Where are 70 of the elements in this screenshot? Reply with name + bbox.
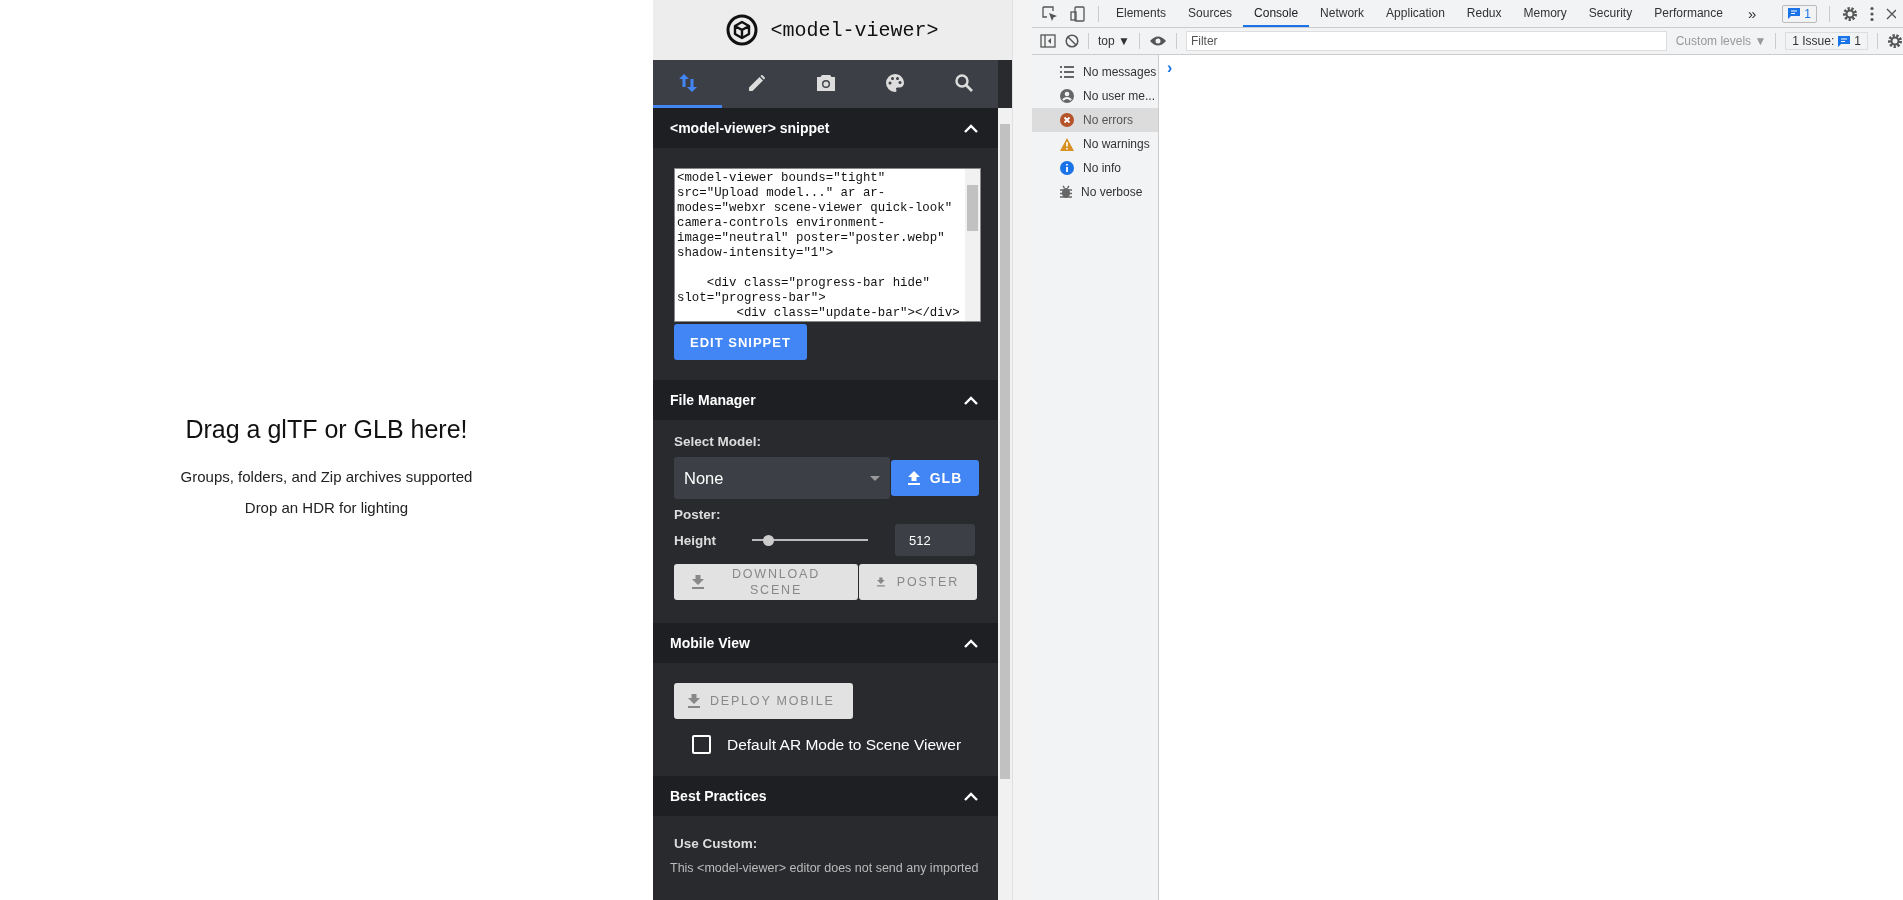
error-icon <box>1060 113 1074 127</box>
devtools-tab[interactable]: Memory <box>1512 0 1578 27</box>
devtools-tab[interactable]: Redux <box>1455 0 1513 27</box>
download-icon <box>877 575 885 589</box>
console-filter-item[interactable]: No errors <box>1032 108 1158 132</box>
settings-icon[interactable] <box>1841 5 1858 22</box>
height-value-field[interactable]: 512 <box>895 524 975 556</box>
privacy-note: This <model-viewer> editor does not send any imported <box>670 861 980 875</box>
section-header[interactable]: Mobile View <box>653 623 998 663</box>
drop-hint: Drop an HDR for lighting <box>244 498 409 516</box>
model-dropdown[interactable]: None <box>674 457 890 499</box>
edit-snippet-button[interactable]: EDIT SNIPPET <box>674 324 807 360</box>
device-toggle-icon[interactable] <box>1070 5 1086 22</box>
list-icon <box>1060 66 1074 78</box>
sidebar-toggle-icon[interactable] <box>1040 34 1056 48</box>
up-down-arrows-icon <box>677 71 698 94</box>
bug-icon <box>1060 185 1072 199</box>
drop-title: Drag a glTF or GLB here! <box>185 414 468 444</box>
devtools-tab[interactable]: Security <box>1577 0 1644 27</box>
use-custom-label: Use Custom: <box>674 836 759 851</box>
user-icon <box>1060 89 1074 103</box>
upload-icon <box>907 471 920 485</box>
console-filter-item[interactable]: No verbose <box>1032 180 1158 204</box>
devtools-tab[interactable]: Performance <box>1643 0 1734 27</box>
checkbox[interactable] <box>692 735 711 754</box>
select-model-label: Select Model: <box>674 434 763 449</box>
eye-icon[interactable] <box>1148 35 1167 47</box>
dropdown-caret-icon <box>870 475 880 481</box>
filter-field[interactable]: Filter <box>1185 31 1667 51</box>
more-tabs-button[interactable]: » <box>1747 5 1757 22</box>
close-icon[interactable] <box>1885 7 1896 20</box>
settings-icon[interactable] <box>1887 33 1903 49</box>
issues-badge[interactable]: 1 <box>1782 4 1817 23</box>
warning-icon <box>1060 137 1074 151</box>
section-header[interactable]: <model-viewer> snippet <box>653 108 998 148</box>
console-filter-item[interactable]: No user me... <box>1032 84 1158 108</box>
devtools-tab[interactable]: Network <box>1309 0 1376 27</box>
scrollbar[interactable] <box>998 108 1012 900</box>
snippet-code-field[interactable]: <model-viewer bounds="tight" src="Upload model..." ar ar- modes="webxr scene-viewer quick-look" camera-controls environment- image="neutral" poster="poster.webp" shadow-intensity="1"> <div class="progress-bar hide" slot="progress-bar"> <div class="update-bar"></div> <box>674 168 981 322</box>
devtools-tab[interactable]: Elements <box>1105 0 1178 27</box>
context-dropdown[interactable]: top ▼ <box>1098 34 1130 48</box>
camera-icon <box>814 72 837 93</box>
info-icon <box>1060 161 1074 175</box>
download-icon <box>688 694 700 708</box>
slider-thumb[interactable] <box>762 534 774 546</box>
cube-logo-icon <box>726 14 759 46</box>
search-icon <box>953 72 974 93</box>
poster-label: Poster: <box>674 507 722 522</box>
logo-text: <model-viewer> <box>770 18 939 42</box>
upload-glb-button[interactable]: GLB <box>891 460 979 496</box>
message-icon <box>1838 35 1851 47</box>
console-filter-item[interactable]: No messages <box>1032 60 1158 84</box>
console-filter-item[interactable]: No warnings <box>1032 132 1158 156</box>
download-icon <box>692 575 704 589</box>
issues-button[interactable]: 1 Issue: 1 <box>1785 32 1868 50</box>
section-header[interactable]: File Manager <box>653 380 998 420</box>
pencil-icon <box>746 72 767 93</box>
console-filter-item[interactable]: No info <box>1032 156 1158 180</box>
kebab-menu-icon[interactable] <box>1869 5 1874 22</box>
checkbox-label: Default AR Mode to Scene Viewer <box>727 735 962 754</box>
drop-hint: Groups, folders, and Zip archives supported <box>180 467 473 485</box>
console-prompt[interactable]: › <box>1167 59 1173 76</box>
clear-console-icon[interactable] <box>1065 34 1079 48</box>
height-label: Height <box>674 532 717 548</box>
message-icon <box>1788 8 1801 19</box>
devtools-tab[interactable]: Application <box>1375 0 1456 27</box>
devtools-tab[interactable]: Sources <box>1177 0 1244 27</box>
inspect-cursor-icon[interactable] <box>1042 5 1058 22</box>
palette-icon <box>883 71 906 94</box>
section-header[interactable]: Best Practices <box>653 776 998 816</box>
